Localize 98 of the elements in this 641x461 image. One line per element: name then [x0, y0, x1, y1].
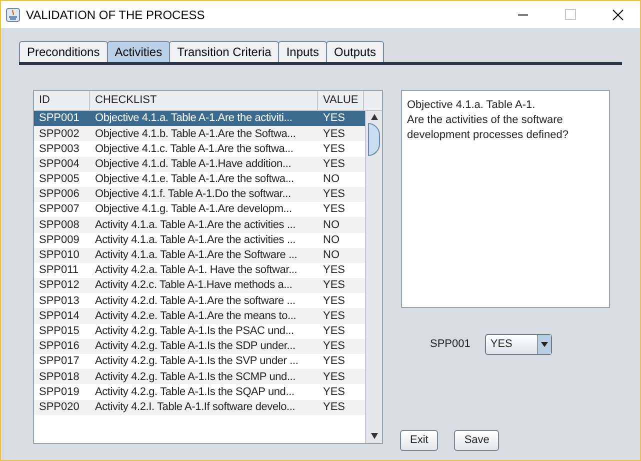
table-cell-text: YES	[322, 278, 346, 294]
table-cell-text: SPP013	[38, 294, 80, 309]
scroll-down-icon[interactable]	[370, 433, 378, 439]
table-cell-text: YES	[322, 324, 346, 339]
table-cell-text: Activity 4.2.a. Table A-1. Have the softwar...	[94, 263, 298, 278]
table-cell-text: YES	[322, 263, 346, 278]
tab[interactable]: Preconditions	[19, 41, 108, 62]
table-cell-text: SPP009	[38, 232, 80, 248]
table-cell-text: YES	[322, 294, 346, 309]
table-row[interactable]: SPP016 Activity 4.2.g. Table A-1.Is the SDP under... YES	[34, 338, 365, 354]
table-row[interactable]: SPP006 Objective 4.1.f. Table A-1.Do the softwar... YES	[34, 186, 365, 202]
table-cell-text: SPP008	[38, 218, 80, 233]
table-cell-text: SPP017	[38, 354, 80, 370]
table-row[interactable]: SPP020 Activity 4.2.I. Table A-1.If software develo... YES	[34, 400, 365, 415]
description-text-area[interactable]: Objective 4.1.a. Table A-1. Are the activities of the software development processes defined?	[401, 90, 610, 308]
description-line: Are the activities of the software development processes defined?	[407, 113, 570, 143]
table-cell-text: NO	[322, 172, 340, 188]
column-header[interactable]: ID	[34, 91, 90, 110]
table-cell-text: Objective 4.1.b. Table A-1.Are the Softwa...	[94, 126, 297, 142]
table-row[interactable]: SPP009 Activity 4.1.a. Table A-1.Are the activities ... NO	[34, 232, 365, 248]
table-cell-text: Activity 4.2.g. Table A-1.Is the SDP under...	[94, 339, 296, 354]
table-row[interactable]: SPP018 Activity 4.2.g. Table A-1.Is the SCMP und... YES	[34, 369, 365, 384]
table-cell-text: Activity 4.2.d. Table A-1.Are the software ...	[94, 294, 296, 309]
table-row[interactable]: SPP014 Activity 4.2.e. Table A-1.Are the means to... YES	[34, 308, 365, 324]
java-app-icon	[6, 8, 20, 22]
table-cell-text: Activity 4.2.g. Table A-1.Is the PSAC und...	[94, 324, 295, 339]
table-cell-text: Objective 4.1.f. Table A-1.Do the softwar...	[94, 187, 292, 202]
table-cell-text: SPP012	[38, 278, 80, 294]
table-cell-text: YES	[322, 142, 346, 157]
table-row[interactable]: SPP013 Activity 4.2.d. Table A-1.Are the software ... YES	[34, 293, 365, 308]
table-cell-text: Activity 4.1.a. Table A-1.Are the activities ...	[94, 232, 297, 248]
table-cell-text: Activity 4.1.a. Table A-1.Are the Software ...	[94, 248, 298, 264]
table-cell-text: YES	[322, 126, 346, 142]
table-row[interactable]: SPP004 Objective 4.1.d. Table A-1.Have addition... YES	[34, 156, 365, 172]
table-cell-text: YES	[322, 156, 346, 172]
table-cell-text: SPP002	[38, 126, 80, 142]
table-row[interactable]: SPP001 Objective 4.1.a. Table A-1.Are the activiti... YES	[34, 111, 365, 126]
table-cell-text: YES	[322, 187, 346, 202]
table-row[interactable]: SPP008 Activity 4.1.a. Table A-1.Are the activities ... NO	[34, 217, 365, 232]
table-cell-text: YES	[322, 400, 346, 415]
table-cell-text: Objective 4.1.a. Table A-1.Are the activiti...	[94, 111, 294, 126]
table-cell-text: SPP003	[38, 142, 80, 157]
tab[interactable]: Outputs	[326, 41, 384, 62]
value-dropdown[interactable]: YES	[485, 334, 552, 355]
table-row[interactable]: SPP007 Objective 4.1.g. Table A-1.Are developm... YES	[34, 202, 365, 218]
tab[interactable]: Activities	[106, 41, 170, 62]
table-cell-text: SPP011	[38, 263, 80, 278]
table-row[interactable]: SPP002 Objective 4.1.b. Table A-1.Are the Softwa... YES	[34, 126, 365, 142]
tab[interactable]: Transition Criteria	[169, 41, 280, 62]
table-cell-text: YES	[322, 111, 346, 126]
scroll-up-icon[interactable]	[370, 114, 378, 120]
table-cell-text: SPP001	[38, 111, 80, 126]
table-cell-text: YES	[322, 370, 346, 385]
tab[interactable]: Inputs	[278, 41, 328, 62]
table-cell-text: NO	[322, 248, 340, 264]
table-cell-text: Objective 4.1.c. Table A-1.Are the softwa...	[94, 142, 294, 157]
table-cell-text: SPP006	[38, 187, 80, 202]
table-row[interactable]: SPP010 Activity 4.1.a. Table A-1.Are the Software ... NO	[34, 248, 365, 263]
table-cell-text: YES	[322, 308, 346, 324]
column-header[interactable]: CHECKLIST	[90, 91, 318, 110]
scrollbar[interactable]	[365, 111, 382, 443]
table-cell-text: Activity 4.2.g. Table A-1.Is the SQAP und...	[94, 384, 296, 400]
table-cell-text: SPP019	[38, 384, 80, 400]
table-cell-text: SPP016	[38, 339, 80, 354]
table-cell-text: NO	[322, 218, 340, 233]
table-cell-text: SPP007	[38, 202, 80, 218]
table-row[interactable]: SPP015 Activity 4.2.g. Table A-1.Is the PSAC und... YES	[34, 324, 365, 339]
table-cell-text: SPP005	[38, 172, 80, 188]
table-cell-text: YES	[322, 354, 346, 370]
exit-button[interactable]: Exit	[400, 430, 438, 451]
table-cell-text: SPP010	[38, 248, 80, 264]
table-cell-text: SPP004	[38, 156, 80, 172]
table-cell-text: SPP015	[38, 324, 80, 339]
table-cell-text: NO	[322, 232, 340, 248]
table-cell-text: Activity 4.2.e. Table A-1.Are the means to...	[94, 308, 298, 324]
scrollbar-thumb[interactable]	[368, 123, 380, 156]
window-title: VALIDATION OF THE PROCESS	[26, 6, 205, 24]
table-row[interactable]: SPP012 Activity 4.2.c. Table A-1.Have methods a... YES	[34, 278, 365, 294]
table-cell-text: YES	[322, 384, 346, 400]
table-cell-text: Objective 4.1.g. Table A-1.Are developm...	[94, 202, 293, 218]
column-header[interactable]: VALUE	[318, 91, 364, 110]
close-icon[interactable]	[612, 8, 624, 20]
table-cell-text: SPP018	[38, 370, 80, 385]
table-cell-text: Activity 4.2.g. Table A-1.Is the SVP under ...	[94, 354, 300, 370]
table-cell-text: Activity 4.2.I. Table A-1.If software develo...	[94, 400, 296, 415]
table-cell-text: YES	[322, 339, 346, 354]
table-cell-text: Objective 4.1.e. Table A-1.Are the softwa...	[94, 172, 295, 188]
selected-id-label: SPP001	[430, 337, 470, 352]
table-cell-text: Activity 4.1.a. Table A-1.Are the activities ...	[94, 218, 297, 233]
table-cell-text: YES	[322, 202, 346, 218]
table-cell-text: SPP014	[38, 308, 80, 324]
description-line: Objective 4.1.a. Table A-1.	[407, 98, 536, 113]
dropdown-arrow-icon	[541, 342, 548, 347]
table-cell-text: Activity 4.2.c. Table A-1.Have methods a...	[94, 278, 294, 294]
save-button[interactable]: Save	[454, 430, 500, 451]
table-cell-text: Activity 4.2.g. Table A-1.Is the SCMP und...	[94, 370, 297, 385]
table-cell-text: Objective 4.1.d. Table A-1.Have addition...	[94, 156, 292, 172]
table-cell-text: SPP020	[38, 400, 80, 415]
